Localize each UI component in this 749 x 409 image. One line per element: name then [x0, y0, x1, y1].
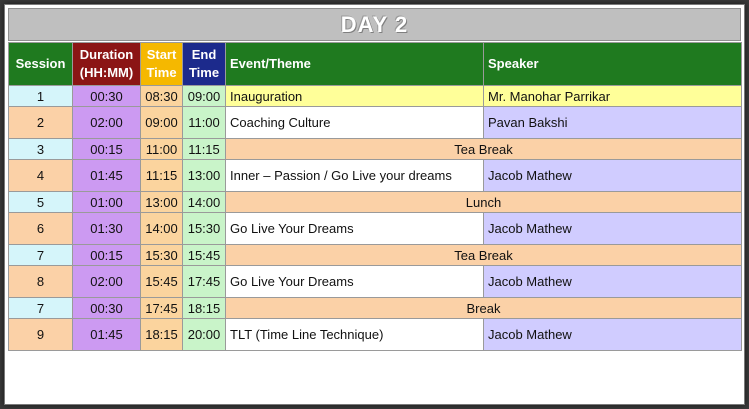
header-end: End Time [182, 42, 226, 86]
break-cell: Tea Break [225, 244, 742, 266]
break-cell: Lunch [225, 191, 742, 213]
event-cell: Go Live Your Dreams [225, 265, 484, 298]
schedule-frame: DAY 2 Session Duration (HH:MM) Start Tim… [4, 4, 745, 405]
duration-cell: 01:30 [72, 212, 141, 245]
session-cell: 2 [8, 106, 73, 139]
header-end-line1: End [191, 47, 217, 62]
table-row: 3 00:15 11:00 11:15 Tea Break [8, 138, 742, 160]
speaker-cell: Mr. Manohar Parrikar [483, 85, 742, 107]
start-time-cell: 11:00 [140, 138, 183, 160]
table-row: 8 02:00 15:45 17:45 Go Live Your Dreams Jacob… [8, 265, 742, 298]
speaker-cell: Jacob Mathew [483, 265, 742, 298]
session-cell: 1 [8, 85, 73, 107]
duration-cell: 00:30 [72, 85, 141, 107]
duration-cell: 02:00 [72, 106, 141, 139]
table-row: 7 00:30 17:45 18:15 Break [8, 297, 742, 319]
event-cell: Coaching Culture [225, 106, 484, 139]
end-time-cell: 15:30 [182, 212, 226, 245]
speaker-cell: Jacob Mathew [483, 318, 742, 351]
event-cell: Inauguration [225, 85, 484, 107]
speaker-cell: Jacob Mathew [483, 212, 742, 245]
end-time-cell: 20:00 [182, 318, 226, 351]
schedule-table: Session Duration (HH:MM) Start Time End … [8, 42, 742, 351]
start-time-cell: 13:00 [140, 191, 183, 213]
header-duration-line2: (HH:MM) [79, 65, 134, 80]
start-time-cell: 09:00 [140, 106, 183, 139]
session-cell: 8 [8, 265, 73, 298]
duration-cell: 00:15 [72, 244, 141, 266]
session-cell: 6 [8, 212, 73, 245]
break-cell: Tea Break [225, 138, 742, 160]
end-time-cell: 15:45 [182, 244, 226, 266]
session-cell: 7 [8, 297, 73, 319]
duration-cell: 01:45 [72, 159, 141, 192]
event-cell: TLT (Time Line Technique) [225, 318, 484, 351]
session-cell: 9 [8, 318, 73, 351]
start-time-cell: 15:45 [140, 265, 183, 298]
table-row: 2 02:00 09:00 11:00 Coaching Culture Pavan Ba… [8, 106, 742, 139]
header-duration-line1: Duration [79, 47, 134, 62]
session-cell: 5 [8, 191, 73, 213]
end-time-cell: 14:00 [182, 191, 226, 213]
event-cell: Go Live Your Dreams [225, 212, 484, 245]
header-end-line2: Time [188, 65, 220, 80]
speaker-cell: Pavan Bakshi [483, 106, 742, 139]
end-time-cell: 11:15 [182, 138, 226, 160]
start-time-cell: 15:30 [140, 244, 183, 266]
header-start-line1: Start [146, 47, 177, 62]
duration-cell: 00:30 [72, 297, 141, 319]
header-duration: Duration (HH:MM) [72, 42, 141, 86]
session-cell: 3 [8, 138, 73, 160]
duration-cell: 00:15 [72, 138, 141, 160]
start-time-cell: 11:15 [140, 159, 183, 192]
schedule-body: 1 00:30 08:30 09:00 Inauguration Mr. Manohar … [8, 85, 742, 351]
break-cell: Break [225, 297, 742, 319]
table-row: 7 00:15 15:30 15:45 Tea Break [8, 244, 742, 266]
table-row: 4 01:45 11:15 13:00 Inner – Passion / Go Liv… [8, 159, 742, 192]
header-start-line2: Time [146, 65, 177, 80]
duration-cell: 01:00 [72, 191, 141, 213]
header-row: Session Duration (HH:MM) Start Time End … [8, 42, 742, 86]
duration-cell: 01:45 [72, 318, 141, 351]
speaker-cell: Jacob Mathew [483, 159, 742, 192]
end-time-cell: 13:00 [182, 159, 226, 192]
page-title: DAY 2 [340, 11, 409, 37]
table-row: 5 01:00 13:00 14:00 Lunch [8, 191, 742, 213]
start-time-cell: 17:45 [140, 297, 183, 319]
header-speaker: Speaker [483, 42, 742, 86]
start-time-cell: 14:00 [140, 212, 183, 245]
table-row: 6 01:30 14:00 15:30 Go Live Your Dreams Jacob… [8, 212, 742, 245]
duration-cell: 02:00 [72, 265, 141, 298]
end-time-cell: 18:15 [182, 297, 226, 319]
table-row: 1 00:30 08:30 09:00 Inauguration Mr. Manohar … [8, 85, 742, 107]
header-event: Event/Theme [225, 42, 484, 86]
session-cell: 4 [8, 159, 73, 192]
end-time-cell: 11:00 [182, 106, 226, 139]
title-bar: DAY 2 [8, 8, 741, 41]
event-cell: Inner – Passion / Go Live your dreams [225, 159, 484, 192]
header-start: Start Time [140, 42, 183, 86]
table-row: 9 01:45 18:15 20:00 TLT (Time Line Technique… [8, 318, 742, 351]
start-time-cell: 08:30 [140, 85, 183, 107]
end-time-cell: 09:00 [182, 85, 226, 107]
start-time-cell: 18:15 [140, 318, 183, 351]
session-cell: 7 [8, 244, 73, 266]
header-session: Session [8, 42, 73, 86]
end-time-cell: 17:45 [182, 265, 226, 298]
